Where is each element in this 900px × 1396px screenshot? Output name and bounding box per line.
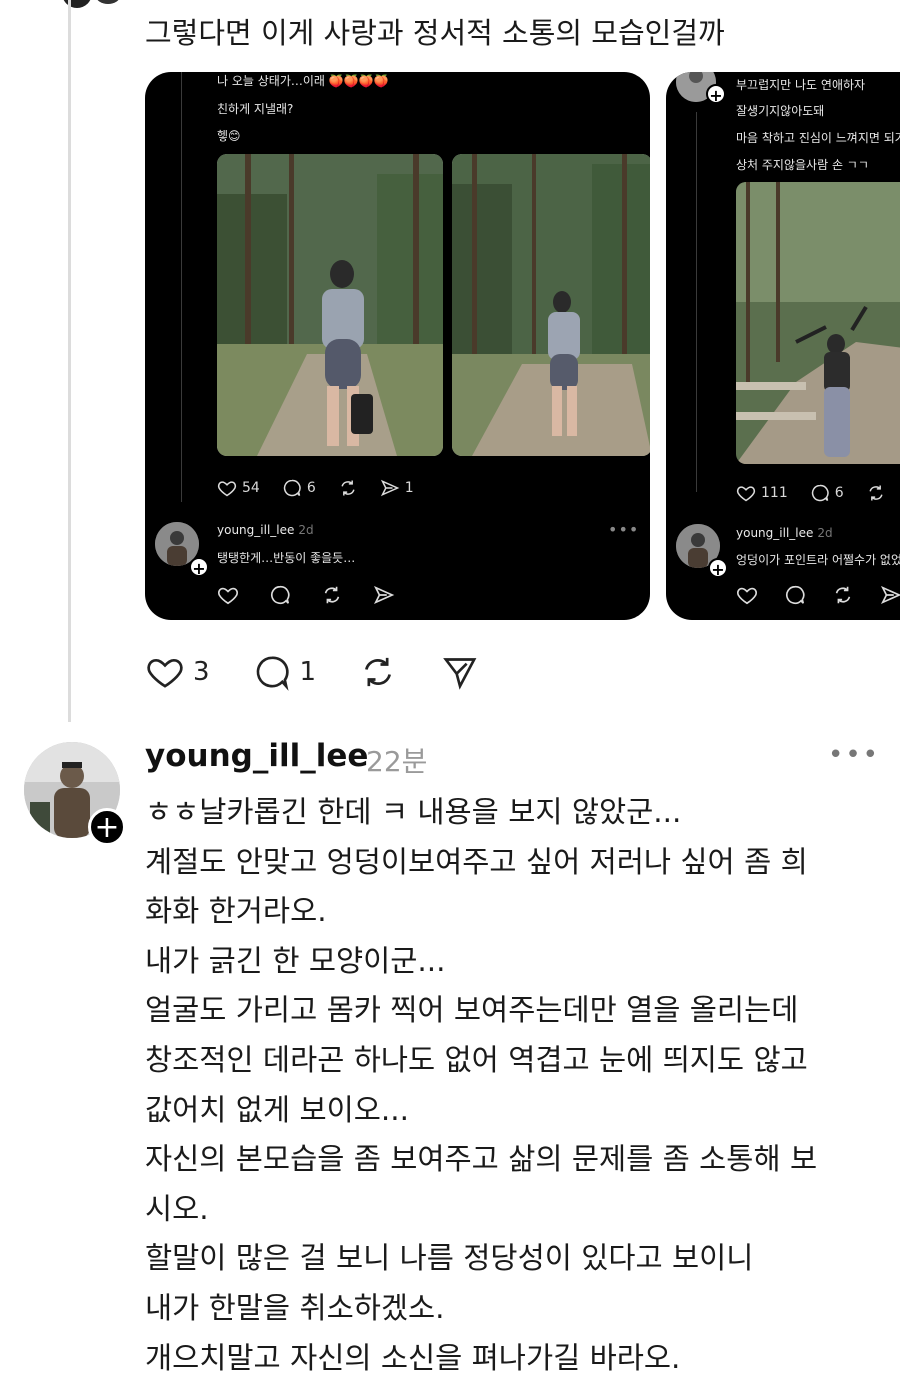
comment-line: 개으치말고 자신의 소신을 펴나가길 바라오. (145, 1340, 681, 1375)
embedded-reply-username[interactable]: young_ill_lee (736, 526, 813, 540)
embedded-screenshot-right[interactable]: + 부끄럽지만 나도 연애하자 잘생기지않아도돼 마음 착하고 진심이 느껴지면… (666, 72, 900, 620)
comment-line: 값어치 없게 보이오... (145, 1092, 410, 1127)
heart-icon (736, 486, 756, 502)
embedded-reply-actions (736, 584, 900, 606)
embedded-photo[interactable] (217, 154, 443, 456)
like-button[interactable]: 3 (145, 652, 210, 692)
reply-button[interactable]: 1 (252, 652, 317, 692)
comment-line: 내가 긁긴 한 모양이군... (145, 943, 446, 978)
more-options-icon[interactable]: ••• (828, 740, 880, 770)
embedded-reply-text: 탱탱한게…반동이 좋을듯… (217, 551, 356, 565)
follow-plus-icon[interactable]: + (88, 808, 126, 846)
post-action-bar: 3 1 (145, 652, 522, 692)
previous-avatar (62, 0, 92, 8)
embedded-thread-line (181, 72, 182, 502)
send-icon[interactable] (373, 584, 395, 606)
embedded-follow-plus-icon[interactable]: + (189, 557, 209, 578)
embedded-stats: 111 6 (736, 483, 900, 503)
heart-icon (147, 658, 183, 688)
comment-line: 내가 한말을 취소하겠소. (145, 1290, 445, 1325)
comment-line: 할말이 많은 걸 보니 나름 정당성이 있다고 보이니 (145, 1241, 754, 1276)
comment-line: 계절도 안맞고 엉덩이보여주고 싶어 저러나 싶어 좀 희 (145, 844, 808, 879)
comment-line: 시오. (145, 1191, 209, 1226)
embedded-reply-stat[interactable]: 6 (810, 483, 844, 503)
embedded-line-1: 부끄럽지만 나도 연애하자 (736, 78, 866, 92)
embedded-reply-count: 6 (834, 485, 844, 501)
embedded-reply-user: young_ill_lee 2d (217, 523, 314, 537)
share-button[interactable] (440, 652, 480, 692)
embedded-line-1: 나 오늘 상태가…이래 🍑🍑🍑🍑 (217, 74, 389, 88)
embedded-line-3: 헿😊 (217, 129, 241, 143)
speech-bubble-icon (283, 479, 301, 497)
embedded-line-2: 친하게 지낼래? (217, 102, 294, 116)
embedded-more-icon[interactable]: ••• (608, 520, 639, 539)
comment-line: 얼굴도 가리고 몸카 찍어 보여주는데만 열을 올리는데 (145, 993, 799, 1028)
embedded-reply-user: young_ill_lee 2d (736, 526, 833, 540)
speech-bubble-icon[interactable] (784, 584, 806, 606)
embedded-line-3: 마음 착하고 진심이 느껴지면 되거 (736, 131, 900, 145)
thread-line (68, 0, 71, 722)
speech-bubble-icon (256, 656, 289, 691)
comment-time: 22분 (366, 745, 428, 778)
reply-count: 1 (299, 657, 317, 687)
embedded-like-stat[interactable]: 111 (736, 483, 788, 503)
embedded-stats: 54 6 1 (217, 478, 436, 498)
embedded-reply-stat[interactable]: 6 (282, 478, 316, 498)
comment-body: ㅎㅎ날카롭긴 한데 ㅋ 내용을 보지 않았군... 계절도 안맞고 엉덩이보여주… (145, 788, 885, 1383)
embedded-share-count: 1 (404, 480, 414, 496)
comment-line: 화화 한거라오. (145, 894, 327, 929)
embedded-repost-stat[interactable] (338, 478, 358, 498)
embedded-follow-plus-icon[interactable]: + (708, 558, 728, 579)
send-icon[interactable] (880, 584, 900, 606)
heart-icon (217, 481, 237, 497)
embedded-line-4: 상처 주지않을사람 손 ㄱㄱ (736, 158, 869, 172)
embedded-reply-text: 엉덩이가 포인트라 어쩔수가 없었 (736, 553, 900, 567)
repost-icon[interactable] (832, 584, 854, 606)
forest-stairs-photo-image (736, 182, 900, 464)
embedded-photo[interactable] (736, 182, 900, 464)
send-icon (380, 479, 400, 497)
send-icon (443, 658, 477, 690)
speech-bubble-icon (811, 484, 829, 502)
embedded-repost-stat[interactable] (866, 483, 886, 503)
repost-icon[interactable] (321, 584, 343, 606)
like-count: 3 (193, 657, 210, 687)
repost-icon (341, 480, 355, 496)
embedded-reply-username[interactable]: young_ill_lee (217, 523, 294, 537)
embedded-like-count: 111 (761, 485, 788, 501)
comment-line: 자신의 본모습을 좀 보여주고 삶의 문제를 좀 소통해 보 (145, 1142, 818, 1177)
embedded-reply-actions (217, 584, 395, 606)
heart-icon[interactable] (736, 584, 758, 606)
embedded-like-stat[interactable]: 54 (217, 478, 260, 498)
comment-line: ㅎㅎ날카롭긴 한데 ㅋ 내용을 보지 않았군... (145, 795, 682, 829)
previous-avatar-fragment (96, 0, 120, 4)
embedded-line-2: 잘생기지않아도돼 (736, 104, 825, 118)
embedded-reply-count: 6 (306, 480, 316, 496)
embedded-share-stat[interactable]: 1 (380, 478, 414, 498)
speech-bubble-icon[interactable] (269, 584, 291, 606)
embedded-thread-line (696, 112, 697, 492)
embedded-photo-2[interactable] (452, 154, 650, 456)
embedded-reply-time: 2d (298, 523, 314, 537)
forest-photo-image (217, 154, 443, 456)
repost-icon (365, 657, 392, 687)
embedded-like-count: 54 (242, 480, 260, 496)
embedded-follow-plus-icon[interactable]: + (706, 84, 726, 105)
parent-post-text: 그렇다면 이게 사랑과 정서적 소통의 모습인걸까 (145, 16, 725, 50)
embedded-screenshot-left[interactable]: 나 오늘 상태가…이래 🍑🍑🍑🍑 친하게 지낼래? 헿😊 54 6 1 + yo… (145, 72, 650, 620)
comment-username[interactable]: young_ill_lee (145, 738, 368, 774)
forest-path-photo-image (452, 154, 650, 456)
heart-icon[interactable] (217, 584, 239, 606)
comment-line: 창조적인 데라곤 하나도 없어 역겹고 눈에 띄지도 않고 (145, 1042, 808, 1077)
repost-icon (869, 485, 883, 501)
repost-button[interactable] (358, 652, 398, 692)
embedded-reply-time: 2d (817, 526, 833, 540)
